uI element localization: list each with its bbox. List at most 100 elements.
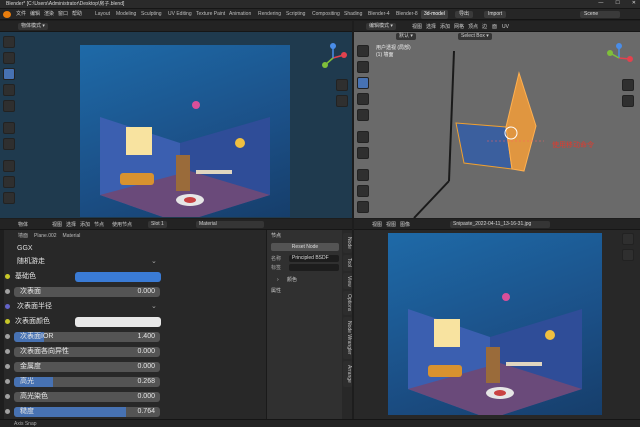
- tab-texture-paint[interactable]: Texture Paint: [193, 10, 228, 19]
- tab-rendering[interactable]: Rendering: [255, 10, 284, 19]
- subsurface-field[interactable]: 次表面 0.000: [14, 287, 160, 297]
- socket-dot-icon[interactable]: [5, 334, 10, 339]
- subsurface-color-swatch[interactable]: [75, 317, 161, 327]
- tab-options[interactable]: Options: [343, 291, 352, 315]
- measure-tool-icon[interactable]: [3, 138, 15, 150]
- add-cube-tool-icon[interactable]: [3, 160, 15, 172]
- image-menu-view[interactable]: 视图: [372, 222, 382, 228]
- left-mode-dropdown[interactable]: 物体模式 ▾: [18, 23, 48, 30]
- image-pan-hand-icon[interactable]: [622, 249, 634, 261]
- minimize-button[interactable]: —: [598, 0, 603, 9]
- node-label-field[interactable]: [289, 264, 339, 271]
- slot-dropdown[interactable]: Slot 1: [148, 221, 167, 228]
- move-tool-icon[interactable]: [3, 68, 15, 80]
- metallic-field[interactable]: 金属度 0.000: [14, 362, 160, 372]
- tab-tool[interactable]: Tool: [343, 255, 352, 271]
- cursor-tool-icon[interactable]: [3, 52, 15, 64]
- menu-help[interactable]: 帮助: [72, 11, 82, 17]
- menu-file[interactable]: 文件: [16, 11, 26, 17]
- reference-room-illustration: [408, 293, 582, 419]
- tab-scripting[interactable]: Scripting: [283, 10, 308, 19]
- maximize-button[interactable]: ☐: [615, 0, 619, 9]
- node-menu-node[interactable]: 节点: [94, 222, 104, 228]
- subsurface-method-row[interactable]: 随机游走 ⌄: [5, 256, 159, 268]
- tab-view[interactable]: View: [343, 273, 352, 289]
- tab-shading[interactable]: Shading: [341, 10, 365, 19]
- scene-selector[interactable]: Scene: [580, 11, 620, 18]
- select-tool-icon[interactable]: [3, 36, 15, 48]
- socket-dot-icon[interactable]: [5, 289, 10, 294]
- breadcrumb-object[interactable]: 墙面: [18, 233, 28, 239]
- node-name-field[interactable]: Principled BSDF: [289, 255, 339, 262]
- socket-dot-icon[interactable]: [5, 319, 10, 324]
- socket-dot-icon[interactable]: [5, 364, 10, 369]
- zoom-icon[interactable]: [336, 79, 348, 91]
- image-menu-image[interactable]: 图像: [400, 222, 410, 228]
- subsurface-anisotropy-field[interactable]: 次表面各向异性 0.000: [14, 347, 160, 357]
- subsurface-anisotropy-value: 0.000: [137, 348, 155, 355]
- inset-tool-icon[interactable]: [3, 192, 15, 204]
- tab-arrange[interactable]: Arrange: [343, 361, 352, 387]
- node-menu-object[interactable]: 物体: [18, 222, 28, 228]
- material-dropdown[interactable]: Material: [196, 221, 264, 228]
- tab-layout[interactable]: Layout: [92, 10, 113, 19]
- socket-dot-icon[interactable]: [5, 379, 10, 384]
- socket-dot-icon[interactable]: [5, 394, 10, 399]
- annotate-tool-icon[interactable]: [3, 122, 15, 134]
- close-button[interactable]: ✕: [632, 0, 636, 9]
- left-viewport[interactable]: 物体模式 ▾: [0, 21, 352, 218]
- socket-dot-icon[interactable]: [5, 409, 10, 414]
- breadcrumb-material[interactable]: Material: [63, 233, 81, 239]
- node-menu-select[interactable]: 选择: [66, 222, 76, 228]
- right-navigation-gizmo-icon[interactable]: [604, 43, 634, 73]
- reset-node-button[interactable]: Reset Node: [271, 243, 339, 251]
- tab-sculpting[interactable]: Sculpting: [138, 10, 165, 19]
- tab-uv-editing[interactable]: UV Editing: [165, 10, 195, 19]
- tab-3d-model[interactable]: 3d-model: [421, 10, 448, 19]
- distribution-value: GGX: [17, 245, 33, 252]
- socket-dot-icon[interactable]: [5, 274, 10, 279]
- image-editor-header: 视图 视图 图像 Snipaste_2022-04-11_13-16-31.jp…: [354, 219, 640, 230]
- right-zoom-icon[interactable]: [622, 79, 634, 91]
- navigation-gizmo-icon[interactable]: [318, 43, 348, 73]
- menu-edit[interactable]: 编辑: [30, 11, 40, 17]
- node-editor-header: 物体 视图 选择 添加 节点 使用节点 Slot 1 Material: [0, 219, 352, 230]
- blender-logo-icon[interactable]: [3, 11, 11, 18]
- node-menu-view[interactable]: 视图: [52, 222, 62, 228]
- export-button[interactable]: 导出: [455, 11, 474, 18]
- menu-render[interactable]: 渲染: [44, 11, 54, 17]
- socket-dot-icon[interactable]: [5, 304, 10, 309]
- scale-tool-icon[interactable]: [3, 100, 15, 112]
- base-color-swatch[interactable]: [75, 272, 161, 282]
- use-nodes-checkbox[interactable]: 使用节点: [112, 222, 132, 228]
- specular-field[interactable]: 高光 0.268: [14, 377, 160, 387]
- node-menu-add[interactable]: 添加: [80, 222, 90, 228]
- specular-tint-label: 高光染色: [20, 393, 48, 400]
- right-viewport[interactable]: 编辑模式 ▾ 视图 选择 添加 网格 顶点 边 面 UV 默认 ▾ Select…: [354, 21, 640, 218]
- subsurface-radius-row[interactable]: 次表面半径 ⌄: [5, 301, 159, 313]
- image-zoom-icon[interactable]: [622, 233, 634, 245]
- tab-modeling[interactable]: Modeling: [113, 10, 139, 19]
- image-menu-view2[interactable]: 视图: [386, 222, 396, 228]
- subsurface-ior-row: 次表面IOR 1.400: [5, 331, 160, 343]
- tab-animation[interactable]: Animation: [226, 10, 254, 19]
- specular-tint-field[interactable]: 高光染色 0.000: [14, 392, 160, 402]
- socket-dot-icon[interactable]: [5, 349, 10, 354]
- image-name-field[interactable]: Snipaste_2022-04-11_13-16-31.jpg: [450, 221, 550, 228]
- tab-node-wrangler[interactable]: Node Wrangler: [343, 317, 352, 359]
- subsurface-ior-field[interactable]: 次表面IOR 1.400: [14, 332, 160, 342]
- color-section-toggle[interactable]: ›: [277, 277, 279, 283]
- import-button[interactable]: Import: [484, 11, 507, 18]
- tab-compositing[interactable]: Compositing: [309, 10, 343, 19]
- right-pan-hand-icon[interactable]: [622, 95, 634, 107]
- tab-blender-4[interactable]: Blender-4: [365, 10, 393, 19]
- distribution-row[interactable]: GGX: [5, 242, 159, 254]
- roughness-field[interactable]: 糙度 0.764: [14, 407, 160, 417]
- pan-hand-icon[interactable]: [336, 95, 348, 107]
- menu-window[interactable]: 窗口: [58, 11, 68, 17]
- tab-node[interactable]: Node: [343, 233, 352, 253]
- rotate-tool-icon[interactable]: [3, 84, 15, 96]
- extrude-tool-icon[interactable]: [3, 176, 15, 188]
- tab-blender-8[interactable]: Blender-8: [393, 10, 421, 19]
- breadcrumb-mesh[interactable]: Plane.002: [34, 233, 57, 239]
